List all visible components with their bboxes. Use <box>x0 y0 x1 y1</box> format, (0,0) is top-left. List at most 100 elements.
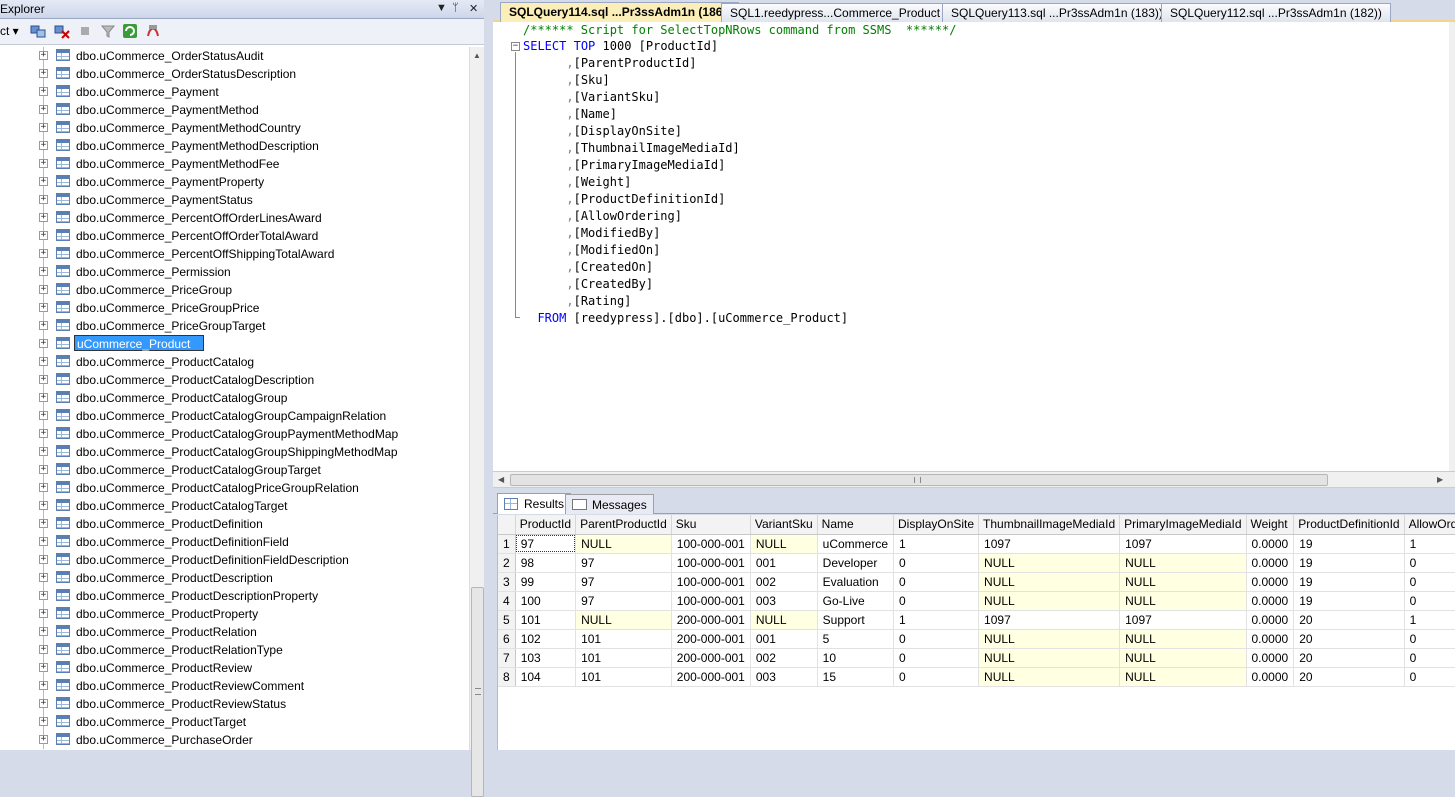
tree-item[interactable]: + dbo.uCommerce_ProductCatalog <box>0 353 469 371</box>
tree-item[interactable]: + dbo.uCommerce_ProductCatalogDescription <box>0 371 469 389</box>
tree-item[interactable]: + uCommerce_Product <box>0 335 469 353</box>
disconnect-icon[interactable] <box>54 23 70 41</box>
tree-item[interactable]: + dbo.uCommerce_ProductDescription <box>0 569 469 587</box>
tab-results[interactable]: Results <box>497 493 572 514</box>
table-cell[interactable]: NULL <box>750 610 818 630</box>
column-header[interactable]: AllowOrdering <box>1404 515 1455 535</box>
connect-dropdown[interactable]: ct ▾ <box>0 24 19 42</box>
table-cell[interactable]: NULL <box>978 667 1121 687</box>
tab-sqlquery113[interactable]: SQLQuery113.sql ...Pr3ssAdm1n (183)) <box>942 3 1172 22</box>
tab-messages[interactable]: Messages <box>565 494 654 514</box>
tree-item[interactable]: + dbo.uCommerce_ProductCatalogGroupTarget <box>0 461 469 479</box>
table-cell[interactable]: 1097 <box>1119 610 1247 630</box>
table-cell[interactable]: 0 <box>893 648 980 668</box>
tree-item[interactable]: + dbo.uCommerce_ProductTarget <box>0 713 469 731</box>
editor-vertical-scrollbar[interactable] <box>1449 22 1455 471</box>
expand-icon[interactable]: + <box>39 213 48 222</box>
panel-splitter[interactable] <box>484 0 493 750</box>
row-number[interactable]: 8 <box>498 667 516 687</box>
table-cell[interactable]: 99 <box>515 572 577 592</box>
table-cell[interactable]: 1097 <box>1119 534 1247 554</box>
expand-icon[interactable]: + <box>39 393 48 402</box>
column-header[interactable]: ProductDefinitionId <box>1293 515 1405 535</box>
expand-icon[interactable]: + <box>39 411 48 420</box>
tree-item[interactable]: + dbo.uCommerce_ProductCatalogTarget <box>0 497 469 515</box>
table-cell[interactable]: 0 <box>893 629 980 649</box>
table-cell[interactable]: 101 <box>575 629 672 649</box>
table-cell[interactable]: 98 <box>515 553 577 573</box>
tree-item[interactable]: + dbo.uCommerce_PercentOffShippingTotalAw… <box>0 245 469 263</box>
tree-item[interactable]: + dbo.uCommerce_ProductDefinition <box>0 515 469 533</box>
table-cell[interactable]: 100-000-001 <box>671 534 751 554</box>
tree-item[interactable]: + dbo.uCommerce_ProductRelationType <box>0 641 469 659</box>
table-cell[interactable]: Support <box>817 610 895 630</box>
expand-icon[interactable]: + <box>39 447 48 456</box>
scroll-up-arrow-icon[interactable]: ▲ <box>473 51 481 60</box>
expand-icon[interactable]: + <box>39 429 48 438</box>
editor-horizontal-scrollbar[interactable]: ◀ ▶ <box>493 471 1455 488</box>
expand-icon[interactable]: + <box>39 501 48 510</box>
activity-monitor-icon[interactable] <box>145 23 161 41</box>
expand-icon[interactable]: + <box>39 105 48 114</box>
tree-item[interactable]: + dbo.uCommerce_PercentOffOrderTotalAward <box>0 227 469 245</box>
expand-icon[interactable]: + <box>39 537 48 546</box>
scroll-left-arrow-icon[interactable]: ◀ <box>498 475 504 484</box>
column-header[interactable]: DisplayOnSite <box>893 515 980 535</box>
connect-object-explorer-icon[interactable] <box>30 23 46 41</box>
table-cell[interactable]: NULL <box>1119 648 1247 668</box>
tab-sql1-product[interactable]: SQL1.reedypress...Commerce_Product <box>721 3 950 22</box>
scroll-right-arrow-icon[interactable]: ▶ <box>1437 475 1443 484</box>
row-number[interactable]: 3 <box>498 572 516 592</box>
table-cell[interactable]: 10 <box>817 648 895 668</box>
table-row[interactable]: 1 97 NULL 100-000-001 NULL uCommerce 1 1097 1097… <box>498 534 1455 554</box>
table-cell[interactable]: NULL <box>575 610 672 630</box>
tree-item-rename-input[interactable]: uCommerce_Product <box>74 335 204 351</box>
expand-icon[interactable]: + <box>39 339 48 348</box>
expand-icon[interactable]: + <box>39 627 48 636</box>
table-cell[interactable]: 0 <box>1404 648 1455 668</box>
pin-icon[interactable]: ᛘ <box>452 2 459 14</box>
table-cell[interactable]: 15 <box>817 667 895 687</box>
table-cell[interactable]: NULL <box>1119 553 1247 573</box>
table-cell[interactable]: 97 <box>575 572 672 592</box>
table-cell[interactable]: 19 <box>1293 534 1405 554</box>
table-cell[interactable]: 003 <box>750 667 818 687</box>
table-cell[interactable]: 0 <box>1404 629 1455 649</box>
expand-icon[interactable]: + <box>39 357 48 366</box>
tree-item[interactable]: + dbo.uCommerce_PriceGroupPrice <box>0 299 469 317</box>
table-cell[interactable]: 1 <box>893 610 980 630</box>
row-number[interactable]: 4 <box>498 591 516 611</box>
filter-icon[interactable] <box>100 23 116 41</box>
table-cell[interactable]: Evaluation <box>817 572 895 592</box>
table-cell[interactable]: 20 <box>1293 610 1405 630</box>
table-cell[interactable]: NULL <box>1119 591 1247 611</box>
expand-icon[interactable]: + <box>39 519 48 528</box>
stop-icon[interactable] <box>78 23 94 41</box>
expand-icon[interactable]: + <box>39 231 48 240</box>
table-cell[interactable]: 0.0000 <box>1246 591 1295 611</box>
tree-item[interactable]: + dbo.uCommerce_PercentOffOrderLinesAward <box>0 209 469 227</box>
tree-item[interactable]: + dbo.uCommerce_PriceGroupTarget <box>0 317 469 335</box>
expand-icon[interactable]: + <box>39 69 48 78</box>
table-cell[interactable]: NULL <box>978 553 1121 573</box>
grid-corner[interactable] <box>498 515 516 535</box>
expand-icon[interactable]: + <box>39 159 48 168</box>
table-cell[interactable]: 0.0000 <box>1246 572 1295 592</box>
table-cell[interactable]: uCommerce <box>817 534 895 554</box>
table-cell[interactable]: 19 <box>1293 553 1405 573</box>
collapse-toggle-icon[interactable]: − <box>511 42 520 51</box>
table-cell[interactable]: 1097 <box>978 534 1121 554</box>
results-grid[interactable]: ProductId ParentProductId Sku VariantSku Nam… <box>497 515 1455 750</box>
table-row[interactable]: 2 98 97 100-000-001 001 Developer 0 NULL NULL 0.0… <box>498 553 1455 573</box>
table-cell[interactable]: Developer <box>817 553 895 573</box>
tree-item[interactable]: + dbo.uCommerce_OrderStatusAudit <box>0 47 469 65</box>
table-cell[interactable]: NULL <box>978 629 1121 649</box>
expand-icon[interactable]: + <box>39 465 48 474</box>
table-row[interactable]: 3 99 97 100-000-001 002 Evaluation 0 NULL NULL 0.… <box>498 572 1455 592</box>
tree-scroll-thumb[interactable] <box>471 587 484 797</box>
tree-item[interactable]: + dbo.uCommerce_Permission <box>0 263 469 281</box>
tree-item[interactable]: + dbo.uCommerce_OrderStatusDescription <box>0 65 469 83</box>
table-cell[interactable]: NULL <box>978 572 1121 592</box>
table-cell[interactable]: 0.0000 <box>1246 534 1295 554</box>
table-cell[interactable]: 0 <box>1404 572 1455 592</box>
